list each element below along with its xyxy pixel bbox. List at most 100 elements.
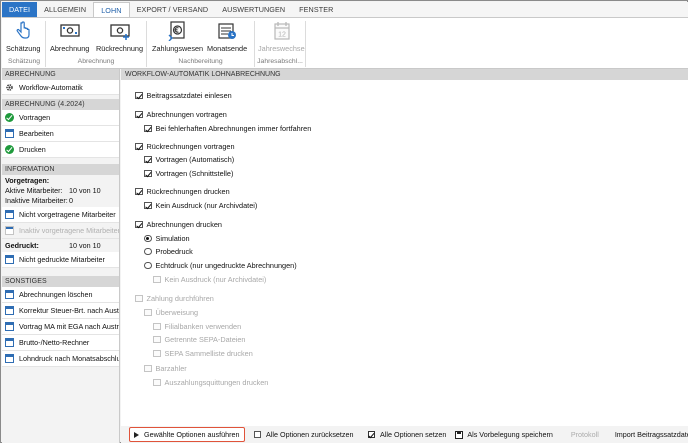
sidebar-item-workflow-automatik[interactable]: Workflow-Automatik (2, 80, 119, 95)
radio-button[interactable] (144, 234, 152, 243)
ribbon-separator (305, 21, 306, 67)
option-filialbanken[interactable]: Filialbanken verwenden (153, 322, 241, 331)
radio-probedruck[interactable]: Probedruck (144, 247, 193, 256)
option-kein-ausdruck-rueck[interactable]: Kein Ausdruck (nur Archivdatei) (144, 201, 257, 210)
checkbox[interactable] (153, 349, 161, 358)
checkbox[interactable] (144, 308, 152, 317)
option-rueckrechnungen-vortragen[interactable]: Rückrechnungen vortragen (135, 142, 235, 151)
option-sepa-sammelliste[interactable]: SEPA Sammelliste drucken (153, 349, 253, 358)
window-icon (5, 290, 14, 299)
sidebar-item-korrektur-steuer[interactable]: Korrektur Steuer-Brt. nach Austritt (2, 303, 119, 319)
menu-tab-allgemein[interactable]: ALLGEMEIN (37, 2, 93, 17)
schaetzung-label: Schätzung (6, 44, 41, 53)
abrechnung-button[interactable]: Abrechnung (50, 21, 89, 53)
option-label: Probedruck (155, 247, 193, 256)
option-label: Überweisung (155, 308, 199, 317)
menu-tab-auswertungen[interactable]: AUSWERTUNGEN (215, 2, 292, 17)
menu-tab-fenster[interactable]: FENSTER (292, 2, 340, 17)
option-barzahler[interactable]: Barzahler (144, 364, 187, 373)
info-row-inaktive: Inaktive Mitarbeiter: 0 (5, 196, 116, 206)
sidebar-item-label: Abrechnungen löschen (19, 290, 93, 299)
button-label: Alle Optionen zurücksetzen (266, 430, 354, 439)
monatsende-button[interactable]: Monatsende (207, 21, 247, 53)
menu-tab-lohn[interactable]: LOHN (93, 2, 130, 17)
option-auszahlungsquittungen[interactable]: Auszahlungsquittungen drucken (153, 378, 268, 387)
set-all-options-button[interactable]: Als Vorbelegung speichern Alle Optionen … (367, 427, 447, 442)
option-label: Bei fehlerhaften Abrechnungen immer fort… (155, 124, 312, 133)
option-ueberweisung[interactable]: Überweisung (144, 308, 198, 317)
option-rueckrechnungen-drucken[interactable]: Rückrechnungen drucken (135, 187, 230, 196)
run-selected-options-button[interactable]: Gewählte Optionen ausführen (129, 427, 245, 442)
checkbox[interactable] (144, 124, 152, 133)
protokoll-button[interactable]: Protokoll (571, 427, 599, 442)
sidebar-header-sonstiges: SONSTIGES (2, 276, 119, 287)
option-label: Rückrechnungen vortragen (146, 142, 235, 151)
rueckrechnung-button[interactable]: Rückrechnung (96, 21, 143, 53)
schaetzung-button[interactable]: Schätzung (6, 21, 40, 53)
month-end-icon (216, 21, 238, 41)
option-beitragssatz[interactable]: Beitragssatzdatei einlesen (135, 91, 232, 100)
checkbox[interactable] (144, 155, 152, 164)
sidebar-item-label: Korrektur Steuer-Brt. nach Austritt (19, 306, 119, 315)
checkbox[interactable] (144, 169, 152, 178)
zahlungswesen-label: Zahlungswesen (152, 44, 204, 53)
checkbox[interactable] (144, 364, 152, 373)
sidebar-item-inaktiv-vorgetragene[interactable]: Inaktiv vorgetragene Mitarbeiter (2, 223, 119, 239)
sidebar-item-label: Brutto-/Netto-Rechner (19, 338, 90, 347)
sidebar-item-bearbeiten[interactable]: Bearbeiten (2, 126, 119, 142)
option-label: Abrechnungen vortragen (146, 110, 227, 119)
sidebar-item-vortrag-ma-ega[interactable]: Vortrag MA mit EGA nach Austritt (2, 319, 119, 335)
radio-echtdruck[interactable]: Echtdruck (nur ungedruckte Abrechnungen) (144, 261, 297, 270)
sidebar: ABRECHNUNG Workflow-Automatik ABRECHNUNG… (2, 69, 120, 443)
checkbox[interactable] (144, 201, 152, 210)
radio-simulation[interactable]: Simulation (144, 234, 190, 243)
jahreswechsel-button[interactable]: 12 Jahreswechsel (258, 21, 306, 53)
sidebar-header-information: INFORMATION (2, 164, 119, 175)
option-kein-ausdruck-abr[interactable]: Kein Ausdruck (nur Archivdatei) (153, 275, 266, 284)
menu-tab-export-versand[interactable]: EXPORT / VERSAND (130, 2, 216, 17)
checkbox[interactable] (153, 335, 161, 344)
option-abrechnungen-drucken[interactable]: Abrechnungen drucken (135, 220, 222, 229)
save-as-default-button[interactable]: Als Vorbelegung speichern (455, 427, 553, 442)
sidebar-item-label: Lohndruck nach Monatsabschluss (19, 354, 119, 363)
option-getrennte-sepa[interactable]: Getrennte SEPA-Dateien (153, 335, 246, 344)
sidebar-item-lohndruck[interactable]: Lohndruck nach Monatsabschluss (2, 351, 119, 367)
option-vortragen-schnittstelle[interactable]: Vortragen (Schnittstelle) (144, 169, 233, 178)
sidebar-item-vortragen[interactable]: Vortragen (2, 110, 119, 126)
checkbox[interactable] (153, 275, 161, 284)
option-vortragen-automatisch[interactable]: Vortragen (Automatisch) (144, 155, 234, 164)
option-abrechnungen-vortragen[interactable]: Abrechnungen vortragen (135, 110, 227, 119)
sidebar-item-nicht-gedruckte[interactable]: Nicht gedruckte Mitarbeiter (2, 252, 119, 268)
info-row-gedruckt: Gedruckt: 10 von 10 (5, 241, 116, 251)
import-beitragssatz-button[interactable]: Import Beitragssatzdateien (615, 427, 688, 442)
option-label: Rückrechnungen drucken (146, 187, 230, 196)
checkbox[interactable] (135, 187, 143, 196)
button-label: Als Vorbelegung speichern (467, 430, 553, 439)
checkbox[interactable] (135, 220, 143, 229)
zahlungswesen-button[interactable]: Zahlungswesen (152, 21, 203, 53)
checkbox[interactable] (135, 294, 143, 303)
window-icon (5, 338, 14, 347)
checkbox[interactable] (153, 322, 161, 331)
menu-bar: DATEI ALLGEMEIN LOHN EXPORT / VERSAND AU… (2, 2, 688, 17)
option-bei-fehlerhaften[interactable]: Bei fehlerhaften Abrechnungen immer fort… (144, 124, 311, 133)
sidebar-item-brutto-netto-rechner[interactable]: Brutto-/Netto-Rechner (2, 335, 119, 351)
radio-button[interactable] (144, 261, 152, 270)
checkbox[interactable] (153, 378, 161, 387)
menu-tab-datei[interactable]: DATEI (2, 2, 38, 17)
checkbox[interactable] (135, 91, 143, 100)
radio-button[interactable] (144, 247, 152, 256)
ribbon-separator (45, 21, 46, 67)
sidebar-item-abrechnungen-loeschen[interactable]: Abrechnungen löschen (2, 287, 119, 303)
option-zahlung-durchfuehren[interactable]: Zahlung durchführen (135, 294, 214, 303)
sidebar-item-nicht-vorgetragene[interactable]: Nicht vorgetragene Mitarbeiter (2, 207, 119, 223)
button-label: Alle Optionen setzen (380, 430, 447, 439)
sidebar-item-drucken[interactable]: Drucken (2, 142, 119, 158)
checkbox[interactable] (135, 142, 143, 151)
group-label-abrechnung: Abrechnung (77, 58, 115, 65)
checkbox[interactable] (135, 110, 143, 119)
recalculation-icon (109, 21, 131, 41)
rueckrechnung-label: Rückrechnung (96, 44, 144, 53)
reset-all-options-button[interactable]: Alle Optionen zurücksetzen (253, 427, 354, 442)
sidebar-item-label: Vortragen (19, 113, 51, 122)
